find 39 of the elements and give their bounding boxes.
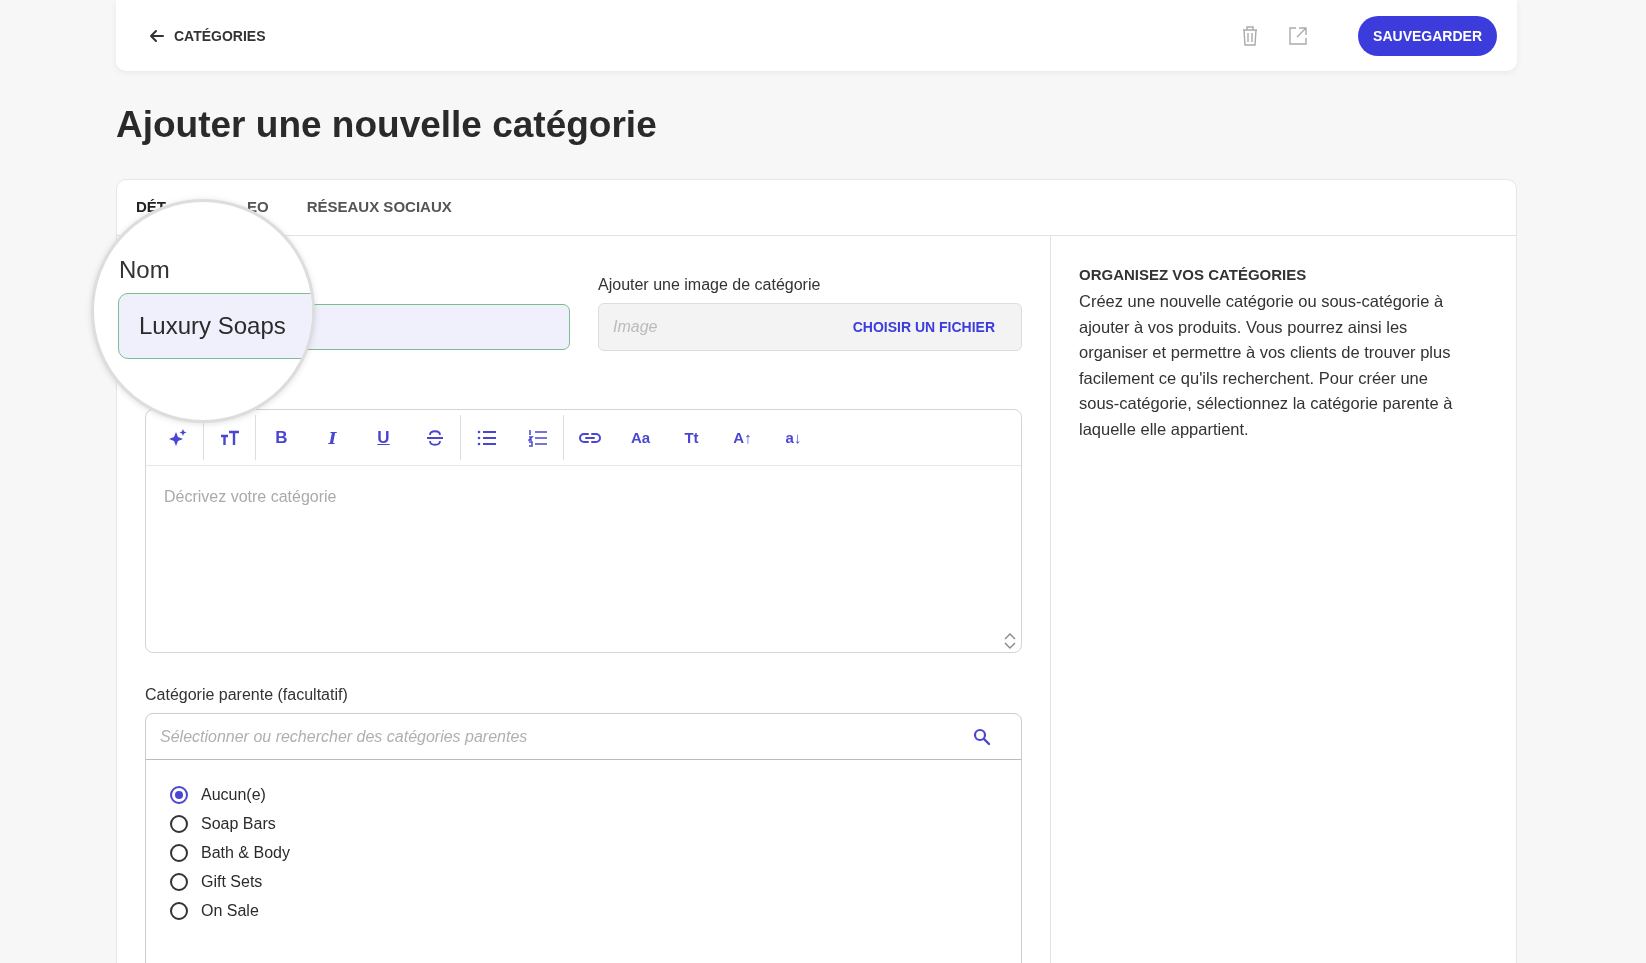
radio-option[interactable]: Soap Bars: [170, 815, 997, 833]
help-title: ORGANISEZ VOS CATÉGORIES: [1079, 266, 1308, 283]
choose-file-button[interactable]: CHOISIR UN FICHIER: [852, 319, 995, 335]
numbered-list-icon: [527, 428, 548, 447]
text-tool[interactable]: Tt: [666, 422, 717, 453]
page-title: Ajouter une nouvelle catégorie: [116, 104, 658, 146]
name-input-field: Luxury Soaps: [118, 293, 312, 359]
text-tool[interactable]: a↓: [768, 422, 819, 453]
field-label: Catégorie parente (facultatif): [145, 686, 349, 704]
radio-option[interactable]: Bath & Body: [170, 844, 997, 862]
search-icon[interactable]: [973, 727, 991, 746]
link-icon: [578, 430, 601, 445]
back-link[interactable]: CATÉGORIES: [148, 26, 266, 45]
text-tool[interactable]: Aa: [615, 422, 666, 453]
radio-button[interactable]: [170, 786, 188, 804]
underline-tool[interactable]: U: [358, 422, 409, 453]
text-size-icon: [219, 428, 240, 447]
radio-option[interactable]: On Sale: [170, 902, 997, 920]
radio-button[interactable]: [170, 902, 188, 920]
strikethrough-icon: [424, 427, 445, 448]
image-input-field[interactable]: Image CHOISIR UN FICHIER: [598, 303, 1022, 351]
placeholder: Décrivez votre catégorie: [164, 488, 337, 505]
field-label: Ajouter une image de catégorie: [598, 276, 822, 294]
sparkle-icon: [167, 427, 188, 448]
italic-tool[interactable]: I: [307, 422, 358, 453]
radio-button[interactable]: [170, 873, 188, 891]
radio-option[interactable]: Aucun(e): [170, 786, 997, 804]
help-text: Créez une nouvelle catégorie ou sous-catégorie à ajouter à vos produits. Vous pourrez ainsi les organiser et permettre à vos clients de trouver plus facilement ce qu'ils recherchent. Pour créer une sous-catégorie, sélectionnez la catégorie parente à laquelle elle appartient.: [1079, 291, 1454, 440]
radio-option[interactable]: Gift Sets: [170, 873, 997, 891]
bulleted-list-icon: [476, 428, 497, 447]
radio-button[interactable]: [170, 844, 188, 862]
bold-tool[interactable]: B: [256, 422, 307, 453]
radio-button[interactable]: [170, 815, 188, 833]
text-tool[interactable]: A↑: [717, 422, 768, 453]
field-label: Nom: [119, 256, 170, 284]
placeholder: Sélectionner ou rechercher des catégories parentes: [160, 727, 528, 746]
placeholder: Image: [613, 318, 658, 336]
resize-handle-icon[interactable]: [1003, 632, 1017, 650]
save-button[interactable]: SAUVEGARDER: [1358, 15, 1497, 56]
